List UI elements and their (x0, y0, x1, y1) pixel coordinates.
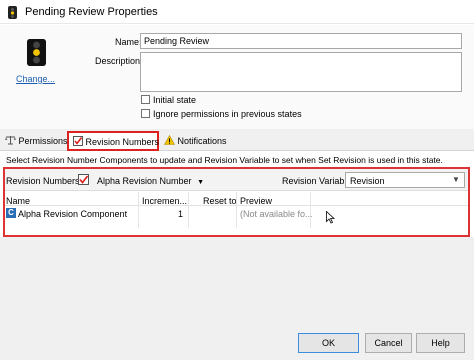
ok-button[interactable]: OK (298, 333, 359, 353)
help-button[interactable]: Help (416, 333, 465, 353)
tab-revision-numbers-label: Revision Numbers (85, 137, 160, 147)
tab-permissions[interactable]: Permissions (5, 135, 68, 147)
ignore-permissions-label: Ignore permissions in previous states (153, 109, 302, 119)
cancel-button[interactable]: Cancel (365, 333, 412, 353)
initial-state-label: Initial state (153, 95, 197, 105)
initial-state-checkbox[interactable] (141, 95, 150, 104)
name-label: Name: (115, 37, 142, 47)
revision-number-dropdown[interactable]: Alpha Revision Number ▼ (97, 176, 204, 186)
column-divider (138, 192, 139, 228)
ignore-permissions-checkbox[interactable] (141, 109, 150, 118)
traffic-light-icon (6, 6, 19, 19)
column-header-preview[interactable]: Preview (240, 196, 272, 206)
revision-variable-value: Revision (350, 176, 385, 186)
tab-notifications-label: Notifications (177, 136, 227, 146)
revision-numbers-checkbox[interactable] (78, 174, 89, 185)
column-header-increment[interactable]: Incremen... (142, 196, 187, 206)
component-icon: C (6, 208, 16, 218)
description-label: Description: (95, 56, 143, 66)
checkbox-icon (73, 136, 83, 148)
hint-text: Select Revision Number Components to upd… (6, 155, 443, 165)
column-header-name[interactable]: Name (6, 196, 30, 206)
state-icon (27, 39, 46, 66)
table-row-increment[interactable]: 1 (178, 209, 183, 219)
chevron-down-icon: ▼ (197, 179, 204, 186)
mouse-cursor-icon (326, 210, 336, 226)
table-row-name[interactable]: Alpha Revision Component (18, 209, 127, 219)
column-divider (188, 192, 189, 228)
name-field[interactable]: Pending Review (140, 33, 462, 49)
warning-icon (163, 134, 176, 147)
window-title: Pending Review Properties (25, 6, 158, 18)
column-divider (236, 192, 237, 228)
column-header-reset-to[interactable]: Reset to (203, 196, 237, 206)
table-row-preview: (Not available fo... (240, 209, 313, 219)
tab-revision-numbers[interactable]: Revision Numbers (67, 131, 159, 151)
chevron-down-icon[interactable]: ▼ (452, 175, 460, 184)
tab-permissions-label: Permissions (18, 136, 68, 146)
tab-notifications[interactable]: Notifications (163, 134, 227, 147)
revision-numbers-label: Revision Numbers: (6, 176, 83, 186)
change-icon-link[interactable]: Change... (16, 74, 55, 84)
revision-number-dropdown-value: Alpha Revision Number (97, 176, 192, 186)
revision-variable-label: Revision Variable: (282, 176, 354, 186)
scale-icon (5, 135, 16, 147)
description-field[interactable] (140, 52, 462, 92)
